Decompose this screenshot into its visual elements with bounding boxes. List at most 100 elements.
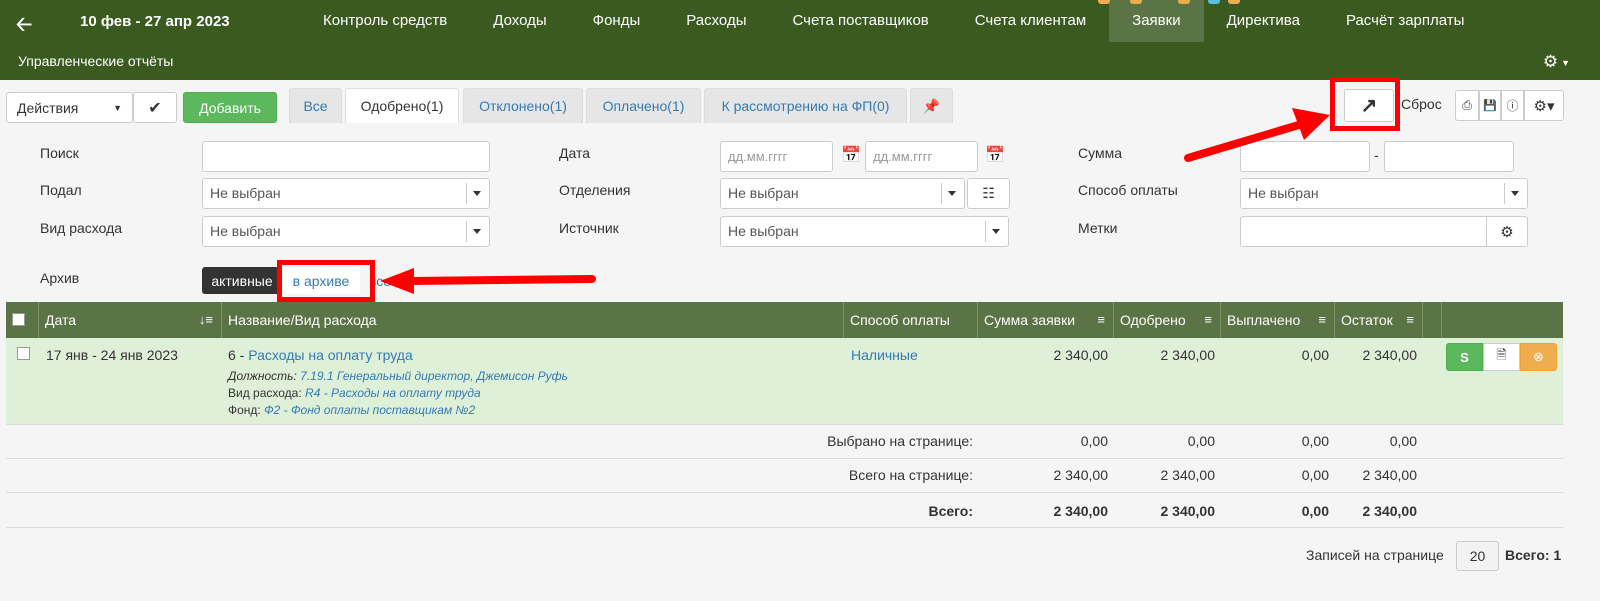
confirm-button[interactable]: ✔: [133, 92, 177, 123]
fund-link[interactable]: Ф2 - Фонд оплаты поставщикам №2: [264, 403, 475, 417]
tab-pin[interactable]: 📌: [910, 88, 953, 123]
departments-select[interactable]: Не выбран: [720, 178, 965, 209]
print-icon: ⎙: [1462, 98, 1472, 112]
sort-desc-icon[interactable]: ↓≡: [199, 302, 213, 338]
payment-method-value: Не выбран: [1248, 185, 1319, 201]
col-paid[interactable]: Выплачено ≡: [1221, 302, 1335, 338]
archive-active-toggle[interactable]: активные: [202, 267, 282, 294]
row-title-link[interactable]: Расходы на оплату труда: [248, 347, 413, 363]
divider: [6, 527, 1563, 528]
notification-dot: [1178, 0, 1190, 4]
archive-all-toggle[interactable]: все: [360, 267, 400, 294]
tags-input[interactable]: [1240, 216, 1487, 247]
col-name[interactable]: Название/Вид расхода: [222, 302, 844, 338]
expense-type-select[interactable]: Не выбран: [202, 216, 490, 247]
selected-rest: 0,00: [1389, 433, 1417, 449]
column-menu-icon[interactable]: ≡: [1097, 302, 1105, 338]
nav-item-income[interactable]: Доходы: [470, 0, 569, 42]
row-payment-link[interactable]: Наличные: [851, 347, 918, 363]
expense-link[interactable]: R4 - Расходы на оплату труда: [305, 386, 481, 400]
nav-item-requests[interactable]: Заявки: [1109, 0, 1204, 42]
row-checkbox[interactable]: [17, 347, 30, 360]
search-input[interactable]: [202, 141, 490, 172]
select-all-checkbox[interactable]: [12, 313, 25, 326]
nav-item-client-invoices[interactable]: Счета клиентам: [952, 0, 1109, 42]
sum-from-input[interactable]: [1240, 141, 1370, 172]
info-icon: ⓘ: [1506, 99, 1519, 113]
add-button[interactable]: Добавить: [183, 92, 277, 123]
column-menu-icon[interactable]: ≡: [1204, 302, 1212, 338]
date-label: Дата: [559, 145, 591, 161]
nav-item-supplier-invoices[interactable]: Счета поставщиков: [769, 0, 951, 42]
tab-all[interactable]: Все: [289, 88, 342, 123]
payment-method-label: Способ оплаты: [1078, 182, 1178, 198]
submitted-select[interactable]: Не выбран: [202, 178, 490, 209]
main-nav: Контроль средств Доходы Фонды Расходы Сч…: [300, 0, 1487, 42]
col-rest[interactable]: Остаток ≡: [1335, 302, 1423, 338]
cancel-icon: ⊗: [1533, 349, 1544, 364]
calendar-icon[interactable]: 📅: [985, 145, 1005, 165]
caret-down-icon: [992, 229, 1000, 234]
actions-dropdown[interactable]: Действия ▼: [6, 92, 133, 123]
top-bar: 🡠 10 фев - 27 апр 2023 Контроль средств …: [0, 0, 1600, 80]
tab-fp-review[interactable]: К рассмотрению на ФП(0): [704, 88, 907, 123]
cancel-button[interactable]: ⊗: [1520, 343, 1557, 371]
date-from-input[interactable]: дд.мм.гггг: [720, 141, 833, 172]
info-button[interactable]: ⓘ: [1501, 90, 1524, 121]
page-total-paid: 0,00: [1301, 467, 1329, 483]
col-approved[interactable]: Одобрено ≡: [1114, 302, 1221, 338]
tags-settings-button[interactable]: ⚙: [1486, 216, 1528, 247]
column-menu-icon[interactable]: ≡: [1318, 302, 1326, 338]
source-select[interactable]: Не выбран: [720, 216, 1009, 247]
pin-icon: 📌: [922, 97, 941, 114]
table-header: Дата ↓≡ Название/Вид расхода Способ оплат…: [6, 302, 1563, 338]
total-count: Всего: 1: [1505, 547, 1562, 563]
tab-rejected[interactable]: Отклонено(1): [463, 88, 583, 123]
column-menu-icon[interactable]: ≡: [1406, 302, 1414, 338]
row-date: 17 янв - 24 янв 2023: [46, 347, 178, 363]
settings-button[interactable]: ⚙▾: [1524, 90, 1564, 121]
table-row[interactable]: 17 янв - 24 янв 2023 6 - Расходы на опла…: [6, 338, 1563, 424]
archive-archived-toggle[interactable]: в архиве: [282, 267, 360, 294]
calendar-icon[interactable]: 📅: [841, 145, 861, 165]
col-name-label: Название/Вид расхода: [228, 312, 377, 328]
caret-down-icon: [1511, 191, 1519, 196]
divider: [6, 492, 1563, 493]
nav-item-funds-control[interactable]: Контроль средств: [300, 0, 470, 42]
back-arrow-icon[interactable]: 🡠: [16, 10, 32, 44]
expand-button[interactable]: ↗: [1344, 89, 1394, 122]
copy-button[interactable]: 🗎: [1483, 343, 1520, 371]
payment-method-select[interactable]: Не выбран: [1240, 178, 1528, 209]
selected-label: Выбрано на странице:: [827, 433, 973, 449]
caret-down-icon: [473, 191, 481, 196]
fund-label: Фонд:: [228, 403, 261, 417]
col-date[interactable]: Дата ↓≡: [39, 302, 222, 338]
pay-button[interactable]: S: [1446, 343, 1483, 371]
tab-paid[interactable]: Оплачено(1): [586, 88, 701, 123]
position-link[interactable]: 7.19.1 Генеральный директор, Джемисон Ру…: [300, 369, 568, 383]
date-to-input[interactable]: дд.мм.гггг: [865, 141, 978, 172]
nav-item-expenses[interactable]: Расходы: [663, 0, 769, 42]
management-reports-link[interactable]: Управленческие отчёты: [18, 53, 173, 69]
nav-item-funds[interactable]: Фонды: [570, 0, 664, 42]
row-number: 6 -: [228, 347, 249, 363]
tags-label: Метки: [1078, 220, 1118, 236]
tab-approved[interactable]: Одобрено(1): [345, 88, 459, 123]
sum-to-input[interactable]: [1384, 141, 1514, 172]
export-button[interactable]: 💾: [1479, 90, 1501, 121]
date-range[interactable]: 10 фев - 27 апр 2023: [80, 13, 230, 30]
reset-button[interactable]: Сброс: [1401, 96, 1442, 112]
print-button[interactable]: ⎙: [1455, 90, 1479, 121]
department-tree-button[interactable]: ☷: [967, 178, 1010, 209]
nav-item-payroll[interactable]: Расчёт зарплаты: [1323, 0, 1487, 42]
submitted-label: Подал: [40, 182, 82, 198]
page-total-amount: 2 340,00: [1053, 467, 1109, 483]
per-page-select[interactable]: 20: [1456, 541, 1499, 571]
col-amount[interactable]: Сумма заявки ≡: [978, 302, 1114, 338]
gear-icon[interactable]: ⚙ ▼: [1543, 52, 1570, 72]
page-total-rest: 2 340,00: [1362, 467, 1418, 483]
nav-item-directive[interactable]: Директива: [1204, 0, 1323, 42]
col-payment[interactable]: Способ оплаты: [844, 302, 978, 338]
page-total-label: Всего на странице:: [848, 467, 973, 483]
col-date-label: Дата: [45, 312, 77, 328]
